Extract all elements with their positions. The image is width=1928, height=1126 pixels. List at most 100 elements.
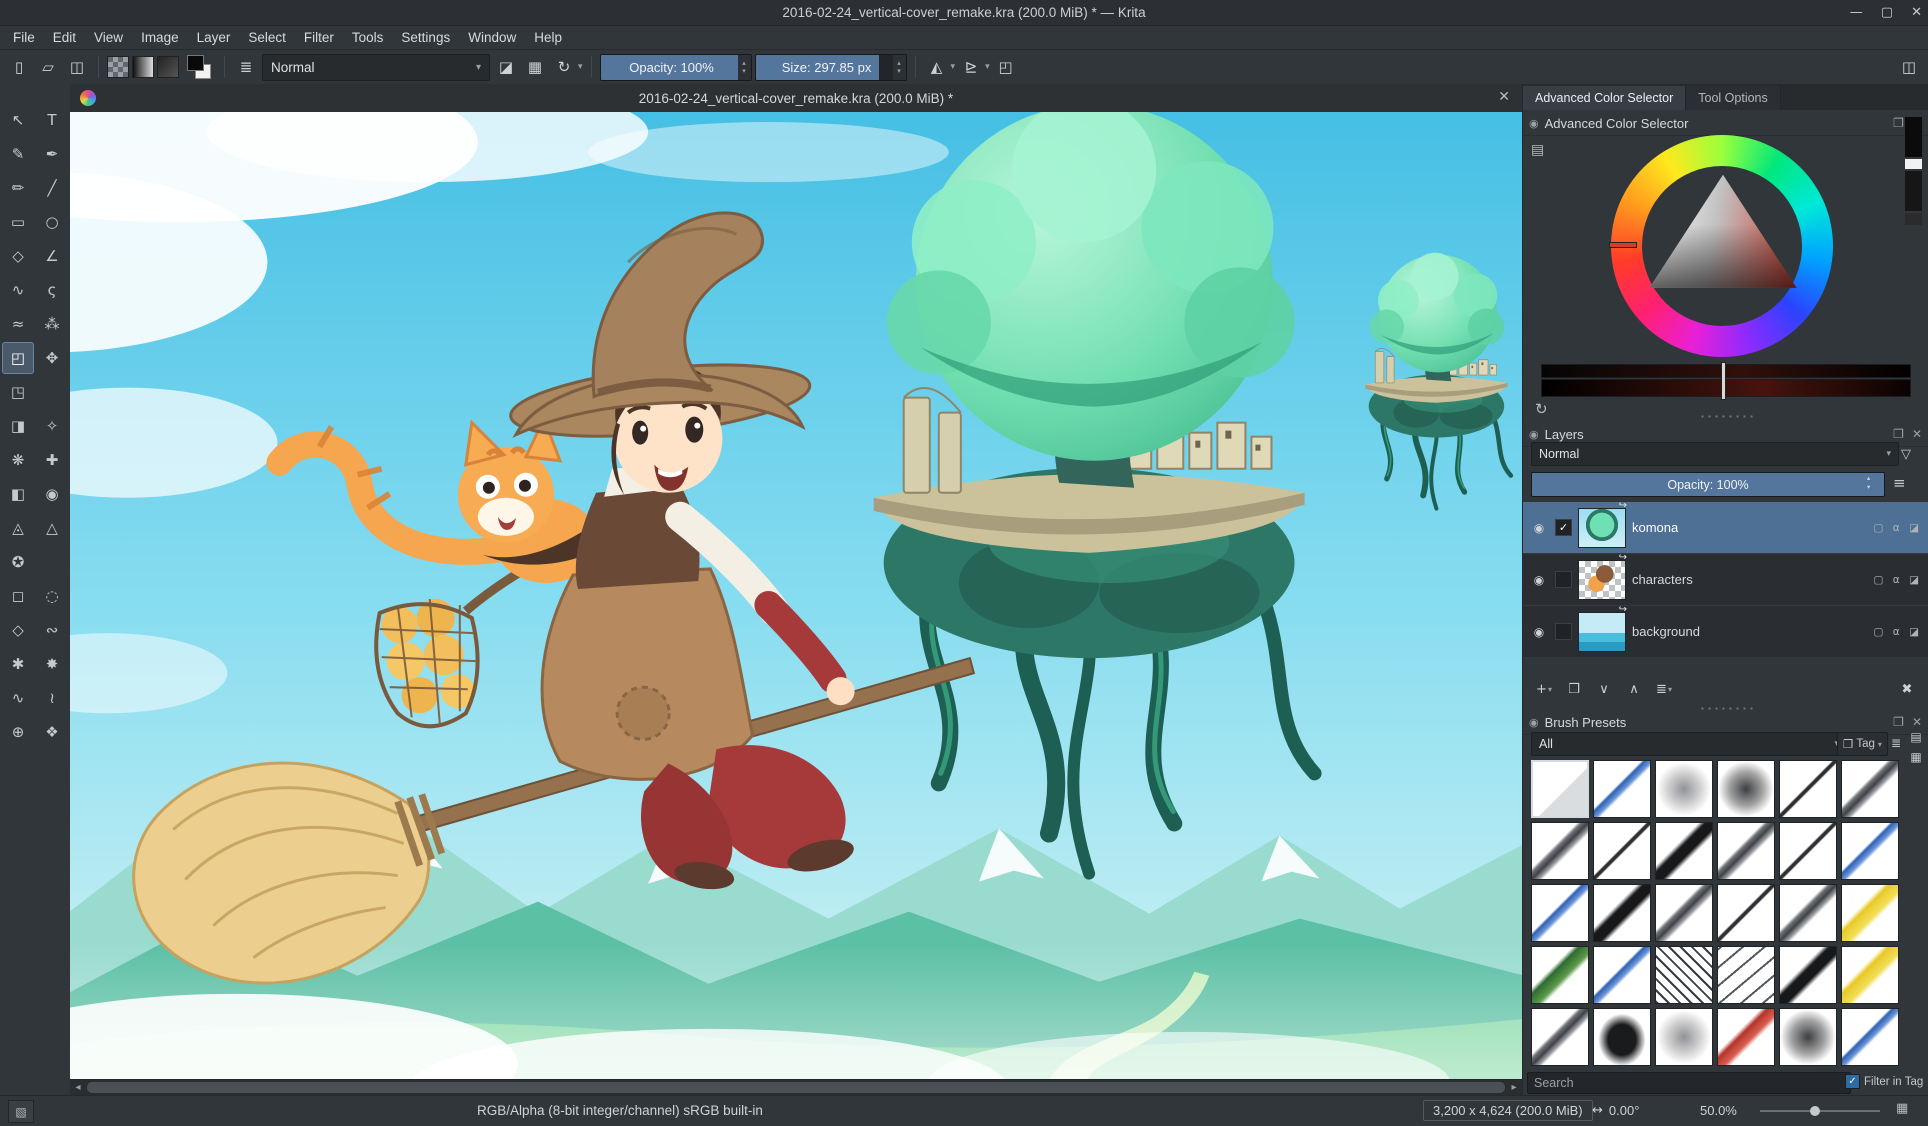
tool-move[interactable]: ✥ [36, 342, 68, 374]
reload-preset-button[interactable]: ↻ [551, 54, 577, 80]
menu-filter[interactable]: Filter [295, 28, 343, 47]
menu-settings[interactable]: Settings [392, 28, 459, 47]
brush-preset[interactable] [1717, 1008, 1775, 1066]
menu-window[interactable]: Window [459, 28, 525, 47]
menu-select[interactable]: Select [239, 28, 295, 47]
tool-pan[interactable]: ❖ [36, 716, 68, 748]
delete-layer-button[interactable]: ✖ [1894, 677, 1920, 701]
scroll-right-arrow[interactable]: ▸ [1506, 1080, 1522, 1095]
tool-bezier-select[interactable]: ∿ [2, 682, 34, 714]
gradient-swatch-2[interactable] [132, 56, 154, 78]
history-swatch[interactable] [1905, 171, 1922, 211]
float-docker-icon[interactable]: ❐ [1893, 427, 1904, 441]
eraser-mode-button[interactable]: ◪ [493, 54, 519, 80]
brush-preset[interactable] [1531, 946, 1589, 1004]
brush-preset[interactable] [1531, 1008, 1589, 1066]
brush-preset[interactable] [1717, 822, 1775, 880]
tool-text[interactable]: T [36, 104, 68, 136]
layer-active-checkbox[interactable] [1555, 571, 1572, 588]
value-slider-bar[interactable] [1541, 379, 1911, 397]
horizontal-mirror-button[interactable]: ◭ [924, 54, 950, 80]
foreground-color-swatch[interactable] [187, 55, 204, 71]
brush-preset[interactable] [1531, 760, 1589, 818]
tool-smart-patch[interactable]: ✚ [36, 444, 68, 476]
brush-preset[interactable] [1779, 822, 1837, 880]
close-button[interactable]: ✕ [1911, 5, 1922, 20]
brush-preset[interactable] [1841, 884, 1899, 942]
add-layer-button[interactable]: + ▾ [1531, 677, 1557, 701]
tool-zoom[interactable]: ⊕ [2, 716, 34, 748]
brush-preset[interactable] [1593, 884, 1651, 942]
layer-visibility-icon[interactable]: ◉ [1529, 625, 1549, 639]
shade-selector-bar[interactable] [1541, 364, 1911, 378]
tool-freehand-path[interactable]: ς [36, 274, 68, 306]
color-history-strip[interactable] [1905, 117, 1922, 225]
brush-size-spinbox[interactable]: Size: 297.85 px ▴▾ [755, 54, 907, 81]
tool-color-sampler[interactable]: ✧ [36, 410, 68, 442]
tool-contiguous-select[interactable]: ✸ [36, 648, 68, 680]
menu-image[interactable]: Image [132, 28, 188, 47]
float-docker-icon[interactable]: ❐ [1893, 116, 1904, 130]
docker-lock-icon[interactable]: ◉ [1529, 428, 1539, 441]
layer-row-characters[interactable]: ◉ ↪ characters ▢ α ◪ [1523, 554, 1928, 606]
tool-rect-select[interactable]: ◻ [2, 580, 34, 612]
history-swatch[interactable] [1905, 159, 1922, 169]
detail-view-icon[interactable]: ▦ [1907, 748, 1925, 766]
pixel-grid-icon[interactable]: ▦ [1896, 1101, 1908, 1116]
layer-blending-mode-combobox[interactable]: Normal ▾ [1531, 442, 1899, 466]
brush-preset[interactable] [1841, 822, 1899, 880]
tool-fill[interactable]: ◧ [2, 478, 34, 510]
document-close-icon[interactable]: ✕ [1498, 89, 1510, 105]
layer-visibility-icon[interactable]: ◉ [1529, 521, 1549, 535]
layer-active-checkbox[interactable] [1555, 623, 1572, 640]
layer-active-checkbox[interactable]: ✓ [1555, 519, 1572, 536]
layer-opacity-slider[interactable]: Opacity: 100% [1531, 472, 1885, 497]
brush-preset[interactable] [1717, 946, 1775, 1004]
edit-brush-settings-button[interactable]: ≣ [233, 54, 259, 80]
brush-preset[interactable] [1655, 884, 1713, 942]
filter-in-tag-checkbox[interactable]: ✓ Filter in Tag [1845, 1074, 1923, 1089]
zoom-slider-handle[interactable] [1810, 1106, 1820, 1116]
brush-preset[interactable] [1841, 760, 1899, 818]
list-view-icon[interactable]: ≣ [1887, 734, 1905, 752]
brush-preset[interactable] [1593, 946, 1651, 1004]
layer-visibility-icon[interactable]: ◉ [1529, 573, 1549, 587]
layer-row-background[interactable]: ◉ ↪ background ▢ α ◪ [1523, 606, 1928, 658]
vertical-mirror-button[interactable]: ⊵ [958, 54, 984, 80]
brush-preset[interactable] [1655, 1008, 1713, 1066]
tool-similar-select[interactable]: ✱ [2, 648, 34, 680]
menu-file[interactable]: File [4, 28, 44, 47]
close-docker-icon[interactable]: ✕ [1912, 427, 1922, 441]
history-swatch[interactable] [1905, 213, 1922, 225]
chevron-down-icon[interactable]: ▾ [985, 62, 990, 72]
tool-line[interactable]: ╱ [36, 172, 68, 204]
move-layer-up-button[interactable]: ∧ [1621, 677, 1647, 701]
brush-preset[interactable] [1531, 884, 1589, 942]
chevron-down-icon[interactable]: ▾ [578, 62, 583, 72]
open-document-button[interactable]: ▱ [35, 54, 61, 80]
tool-polyline[interactable]: ∠ [36, 240, 68, 272]
tool-rectangle[interactable]: ▭ [2, 206, 34, 238]
brush-preset[interactable] [1717, 884, 1775, 942]
tool-freehand-select[interactable]: ∾ [36, 614, 68, 646]
tool-dynamic-brush[interactable]: ≈ [2, 308, 34, 340]
brush-preset[interactable] [1531, 822, 1589, 880]
tool-polygon[interactable]: ◇ [2, 240, 34, 272]
menu-layer[interactable]: Layer [188, 28, 240, 47]
layer-thumbnail[interactable]: ↪ [1578, 612, 1626, 652]
tool-assistants[interactable]: ◬ [2, 512, 34, 544]
brush-preset[interactable] [1779, 760, 1837, 818]
layer-opacity-spin-arrows[interactable]: ▴▾ [1867, 474, 1870, 492]
pattern-swatch[interactable] [157, 56, 179, 78]
brush-preset[interactable] [1655, 822, 1713, 880]
minimize-button[interactable]: — [1850, 5, 1863, 20]
tool-magnetic-select[interactable]: ≀ [36, 682, 68, 714]
scrollbar-thumb[interactable] [87, 1082, 1505, 1093]
history-swatch[interactable] [1905, 117, 1922, 157]
brush-preset[interactable] [1841, 946, 1899, 1004]
layer-properties-button[interactable]: ≣ ▾ [1651, 677, 1677, 701]
brush-preset[interactable] [1779, 946, 1837, 1004]
layer-thumbnail[interactable]: ↪ [1578, 560, 1626, 600]
brush-preset[interactable] [1779, 1008, 1837, 1066]
brush-preset[interactable] [1593, 760, 1651, 818]
